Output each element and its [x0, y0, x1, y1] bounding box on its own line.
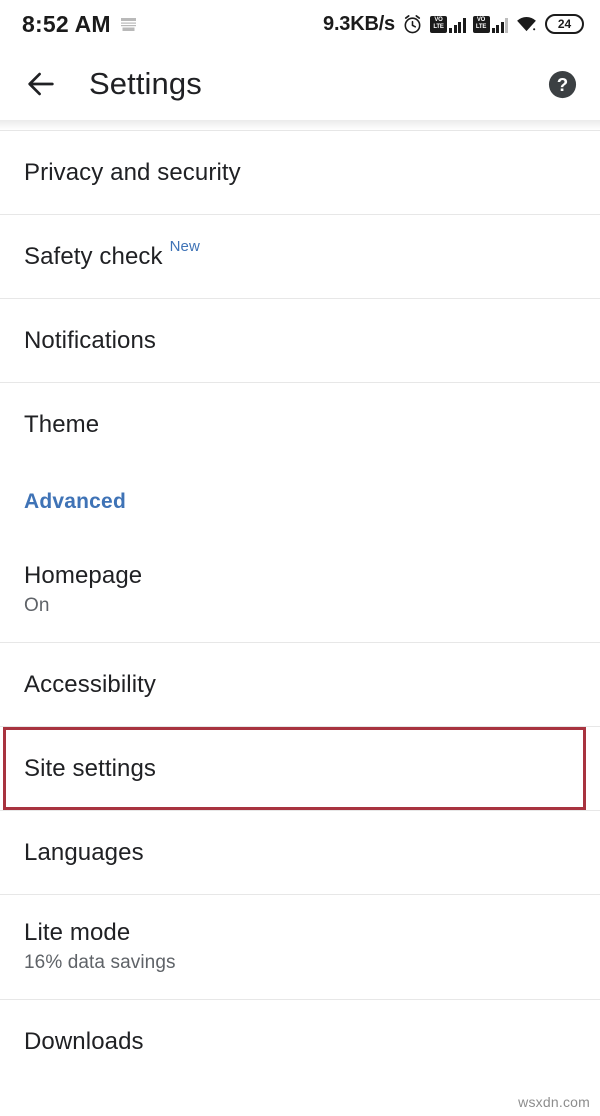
settings-row-site-settings[interactable]: Site settings: [0, 727, 600, 810]
new-badge: New: [169, 237, 200, 255]
status-bar-right: 9.3KB/s VO LTE VO LTE 24: [323, 14, 584, 35]
row-subtitle: 16% data savings: [24, 952, 176, 974]
row-subtitle: On: [24, 595, 50, 617]
sim2-signal-group: VO LTE: [472, 15, 508, 33]
back-arrow-icon: [28, 72, 54, 96]
back-button[interactable]: [24, 67, 58, 101]
row-title-wrapper: Safety check New: [24, 238, 576, 271]
help-circle-icon: ?: [548, 70, 577, 98]
app-toolbar: Settings ?: [0, 48, 600, 120]
row-title: Site settings: [24, 754, 157, 782]
sim1-signal-group: VO LTE: [430, 15, 466, 33]
status-bar-left: 8:52 AM: [22, 10, 137, 37]
row-title: Notifications: [24, 326, 157, 354]
row-title: Downloads: [24, 1027, 144, 1055]
phone-screen: 8:52 AM 9.3KB/s VO LTE VO LTE 24 Setting…: [0, 0, 600, 1116]
help-button[interactable]: ?: [547, 69, 578, 100]
row-title: Lite mode: [24, 918, 131, 946]
status-bar-clock: 8:52 AM: [22, 10, 111, 37]
signal-bars-icon: [491, 16, 508, 33]
settings-row-notifications[interactable]: Notifications: [0, 299, 600, 382]
page-title: Settings: [89, 66, 202, 101]
row-title: Privacy and security: [24, 158, 241, 186]
network-speed-indicator: 9.3KB/s: [323, 13, 395, 35]
settings-row-downloads[interactable]: Downloads: [0, 1000, 600, 1083]
row-title: Homepage: [24, 561, 143, 589]
sim-card-icon: [120, 17, 136, 31]
wifi-icon: [517, 17, 536, 32]
alarm-clock-icon: [404, 14, 421, 33]
section-header-advanced: Advanced: [0, 466, 600, 538]
section-header-label: Advanced: [24, 490, 126, 513]
battery-level-label: 24: [557, 17, 572, 31]
settings-row-homepage[interactable]: Homepage On: [0, 538, 600, 642]
settings-row-accessibility[interactable]: Accessibility: [0, 643, 600, 726]
status-bar: 8:52 AM 9.3KB/s VO LTE VO LTE 24: [0, 0, 600, 48]
toolbar-shadow: [0, 120, 600, 130]
signal-bars-icon: [449, 16, 466, 33]
row-title: Theme: [24, 410, 100, 438]
settings-row-privacy-and-security[interactable]: Privacy and security: [0, 131, 600, 214]
row-title: Safety check: [24, 242, 163, 270]
settings-row-lite-mode[interactable]: Lite mode 16% data savings: [0, 895, 600, 999]
site-settings-highlight-wrapper: Site settings: [0, 727, 600, 810]
volte-badge-icon: VO LTE: [472, 15, 490, 33]
row-title: Accessibility: [24, 670, 156, 698]
volte-badge-icon: VO LTE: [430, 15, 447, 33]
svg-text:?: ?: [557, 74, 568, 95]
settings-row-theme[interactable]: Theme: [0, 383, 600, 466]
settings-row-safety-check[interactable]: Safety check New: [0, 215, 600, 298]
settings-list: Privacy and security Safety check New No…: [0, 131, 600, 1083]
settings-row-languages[interactable]: Languages: [0, 811, 600, 894]
battery-icon: 24: [545, 14, 584, 34]
watermark: wsxdn.com: [518, 1094, 590, 1110]
row-title: Languages: [24, 838, 144, 866]
